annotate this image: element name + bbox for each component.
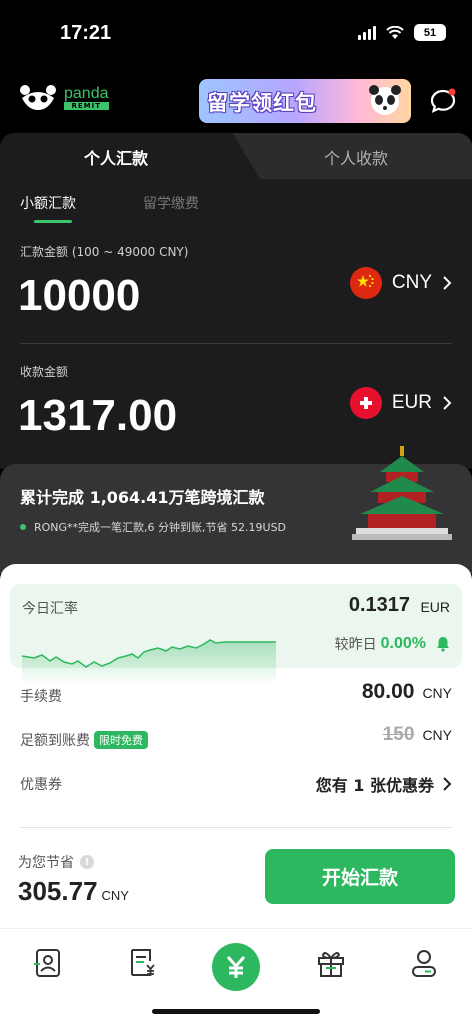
transfer-ticker: RONG**完成一笔汇款,6 分钟到账,节省 52.19USD — [20, 519, 286, 535]
full-arrival-currency: CNY — [422, 727, 452, 743]
savings-currency: CNY — [101, 888, 129, 903]
switzerland-flag-icon — [349, 387, 382, 419]
app-header: panda REMIT 留学领红包 — [0, 76, 472, 126]
receive-currency-code: EUR — [391, 392, 432, 413]
nav-orders[interactable] — [124, 945, 160, 981]
amount-divider — [20, 343, 452, 344]
home-indicator — [152, 1009, 320, 1014]
send-currency-code: CNY — [391, 272, 432, 293]
rate-change: 较昨日 0.00% — [335, 634, 450, 654]
status-time: 17:21 — [60, 22, 112, 44]
tab-personal-receive-label: 个人收款 — [324, 149, 389, 168]
rate-change-value: 0.00% — [380, 635, 426, 652]
stats-banner: 累计完成 1,064.41万笔跨境汇款 RONG**完成一笔汇款,6 分钟到账,… — [0, 446, 472, 574]
subtab-small-transfer[interactable]: 小额汇款 — [20, 193, 76, 213]
promo-banner-text: 留学领红包 — [207, 91, 317, 115]
send-amount-label: 汇款金额 (100 ~ 49000 CNY) — [20, 245, 189, 259]
free-badge: 限时免费 — [94, 731, 148, 749]
panda-remit-logo: panda REMIT — [18, 84, 109, 112]
china-flag-icon — [349, 267, 382, 299]
fee-value: 80.00 — [361, 680, 415, 703]
gift-icon — [318, 952, 344, 977]
bottom-navigation — [0, 928, 472, 1024]
full-arrival-original-fee: 150 — [382, 724, 415, 745]
tab-personal-send-label: 个人汇款 — [84, 149, 149, 168]
status-bar: 17:21 51 — [0, 0, 472, 70]
send-amount-input[interactable]: 10000 — [18, 271, 140, 321]
rate-value: 0.1317 — [348, 594, 410, 616]
full-arrival-row: 足额到账费 限时免费 150 CNY — [20, 724, 452, 754]
savings-label: 为您节省 — [18, 855, 74, 871]
receipt-yuan-icon — [131, 949, 155, 976]
message-icon[interactable] — [430, 88, 456, 114]
transfer-card: 小额汇款 留学缴费 汇款金额 (100 ~ 49000 CNY) 10000 C… — [0, 179, 472, 469]
bell-icon[interactable] — [436, 636, 450, 652]
subtab-tuition-payment[interactable]: 留学缴费 — [143, 193, 199, 213]
fee-label: 手续费 — [20, 689, 62, 705]
status-icons: 51 — [358, 24, 446, 41]
nav-recipients[interactable] — [30, 945, 66, 981]
transfer-type-tabs: 个人汇款 个人收款 — [0, 133, 472, 179]
ticker-text: RONG**完成一笔汇款,6 分钟到账,节省 52.19USD — [34, 521, 287, 534]
fee-currency: CNY — [422, 685, 452, 701]
chevron-right-icon — [443, 276, 452, 290]
rate-label: 今日汇率 — [22, 601, 78, 617]
coupon-text: 您有 1 张优惠券 — [315, 776, 434, 795]
stats-title: 累计完成 1,064.41万笔跨境汇款 — [20, 488, 265, 507]
fee-row: 手续费 80.00 CNY — [20, 680, 452, 710]
yuan-icon — [226, 956, 246, 978]
start-transfer-button[interactable]: 开始汇款 — [265, 849, 455, 904]
exchange-rate-box: 今日汇率 0.1317 EUR 较昨日 0.00% — [10, 584, 462, 684]
panel-divider — [20, 827, 452, 828]
promo-banner[interactable]: 留学领红包 — [199, 79, 411, 123]
send-currency-selector[interactable]: CNY — [349, 267, 452, 299]
chevron-right-icon — [443, 396, 452, 410]
receive-currency-selector[interactable]: EUR — [349, 387, 452, 419]
savings-value-group: 305.77 CNY — [18, 876, 129, 907]
savings-value: 305.77 — [18, 876, 98, 906]
panda-mascot-icon — [369, 85, 401, 115]
savings-label-group: 为您节省 ! — [18, 852, 94, 872]
coupon-row[interactable]: 优惠券 您有 1 张优惠券 — [20, 768, 452, 798]
receive-amount-value[interactable]: 1317.00 — [18, 391, 177, 441]
subtab-active-indicator — [34, 220, 72, 223]
logo-subtext: REMIT — [64, 102, 109, 110]
rate-currency: EUR — [420, 599, 450, 615]
contact-card-icon — [34, 949, 60, 977]
rate-change-label: 较昨日 — [334, 637, 377, 653]
chevron-right-icon — [443, 777, 452, 791]
battery-indicator: 51 — [414, 24, 446, 41]
nav-transfer[interactable] — [212, 943, 260, 991]
rate-trend-sparkline — [21, 639, 276, 684]
logo-wordmark: panda — [64, 85, 109, 102]
nav-rewards[interactable] — [313, 945, 349, 981]
user-profile-icon — [412, 950, 436, 977]
coupon-label: 优惠券 — [20, 777, 62, 793]
wifi-icon — [386, 25, 404, 39]
nav-profile[interactable] — [406, 945, 442, 981]
full-arrival-label-group: 足额到账费 限时免费 — [20, 730, 148, 750]
info-icon[interactable]: ! — [80, 855, 94, 869]
panda-logo-icon — [20, 85, 56, 110]
ticker-dot-icon — [20, 524, 26, 530]
temple-of-heaven-icon — [352, 446, 452, 540]
cellular-signal-icon — [358, 25, 376, 40]
receive-amount-label: 收款金额 — [20, 365, 69, 379]
full-arrival-label: 足额到账费 — [20, 733, 90, 749]
